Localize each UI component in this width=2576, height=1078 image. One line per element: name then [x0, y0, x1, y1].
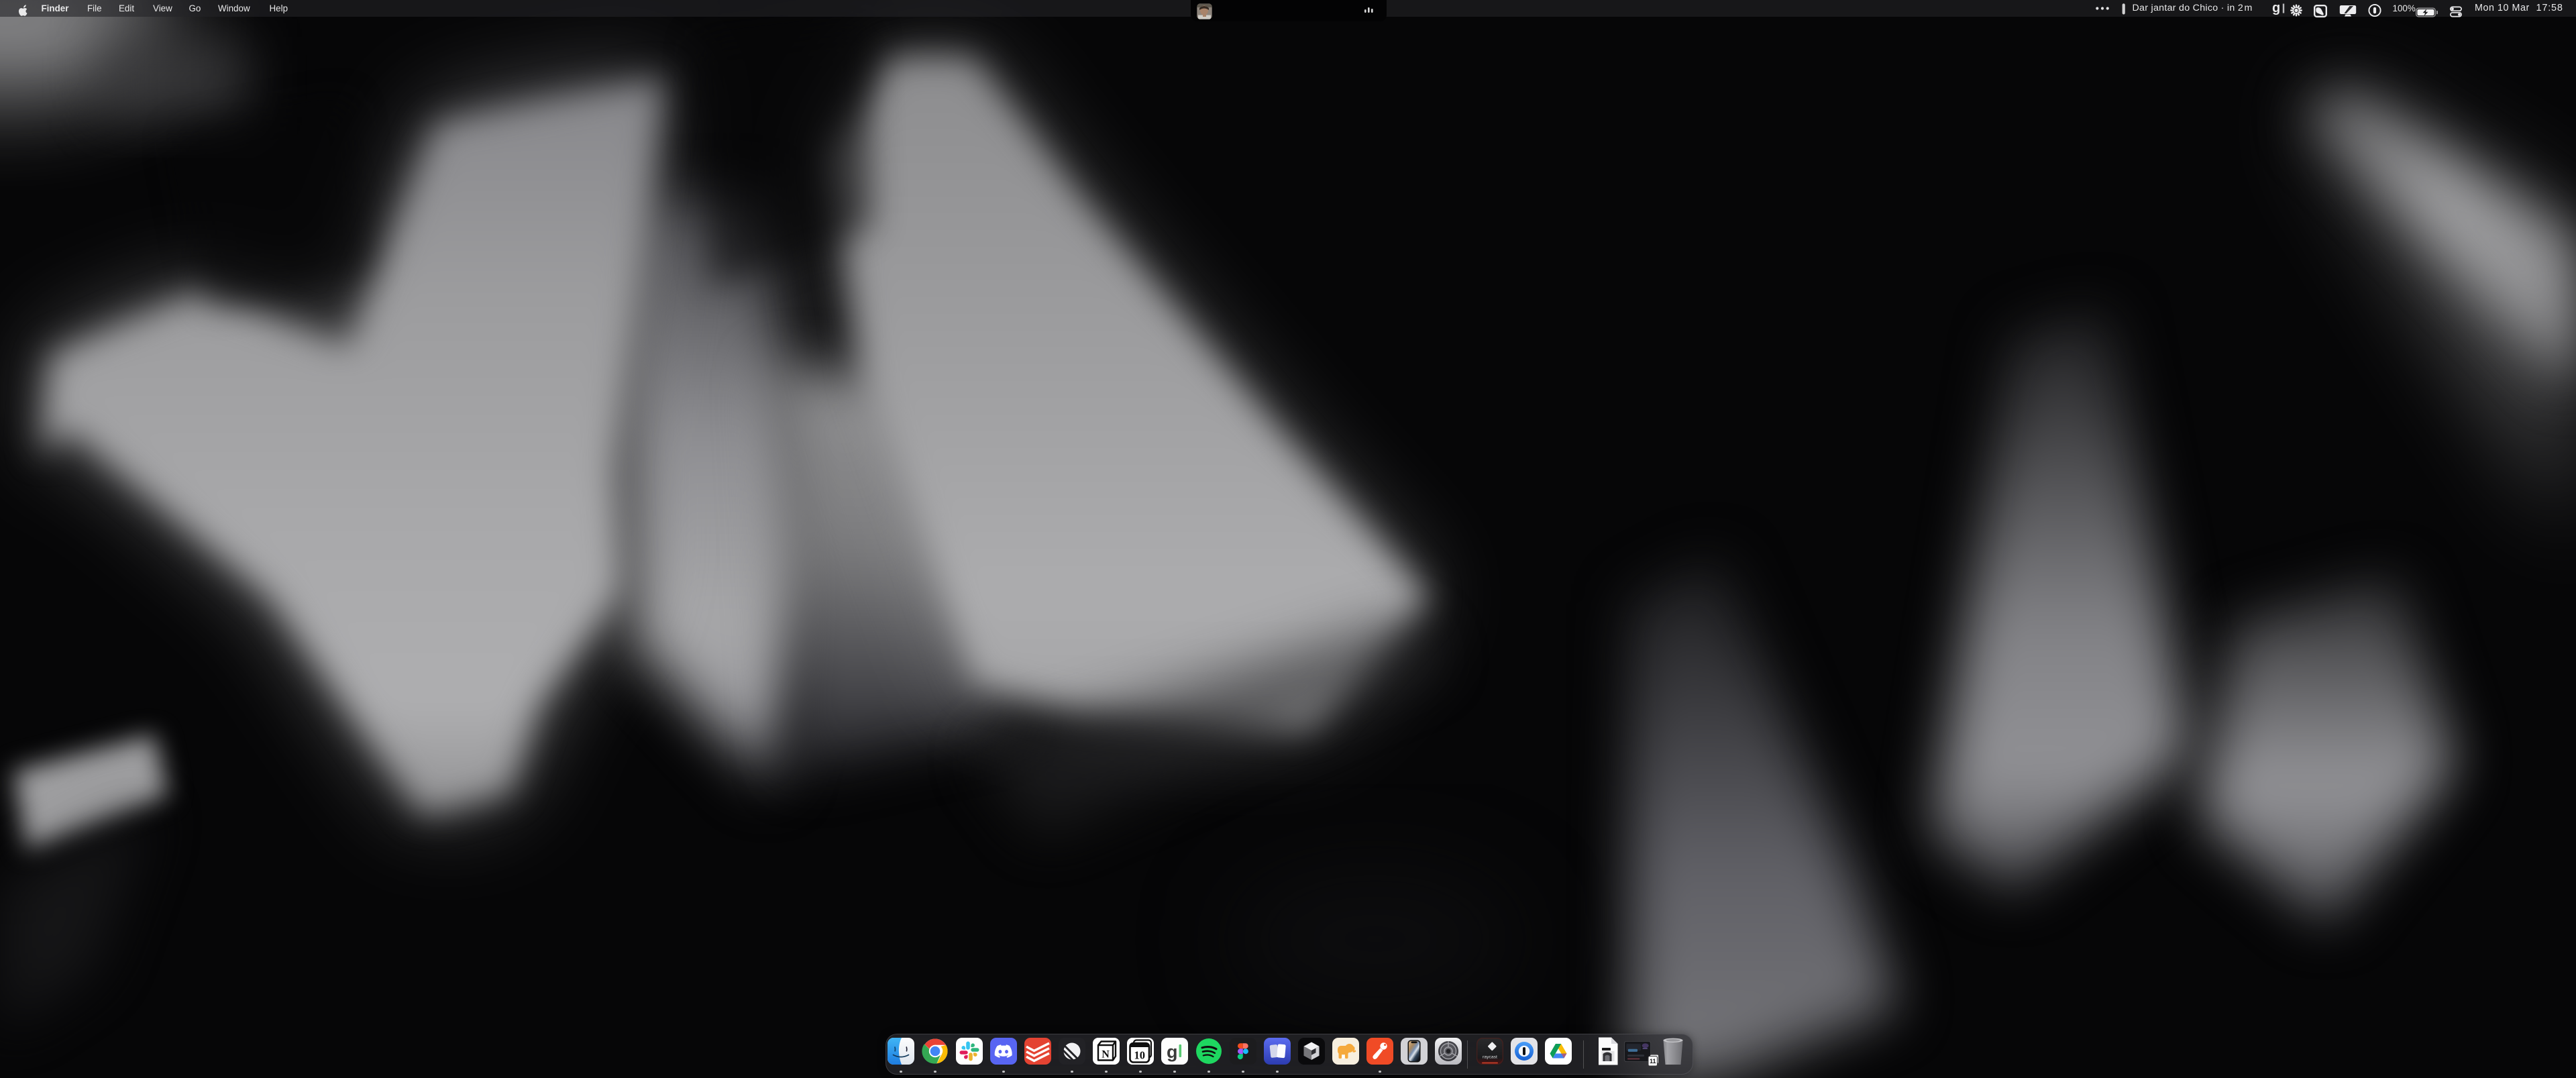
svg-text:raycast: raycast	[1483, 1055, 1497, 1060]
svg-text:10: 10	[1134, 1049, 1145, 1062]
svg-text:g: g	[1167, 1042, 1178, 1062]
svg-text:N: N	[1102, 1049, 1110, 1061]
svg-text:11: 11	[1650, 1058, 1656, 1065]
